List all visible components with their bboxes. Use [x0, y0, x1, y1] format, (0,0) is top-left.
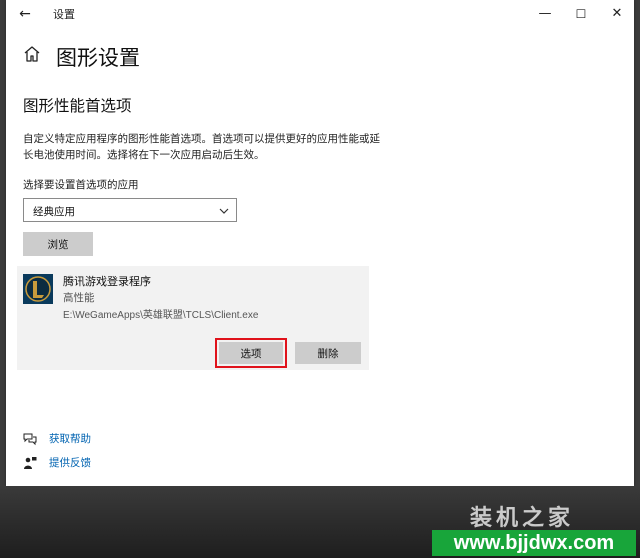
app-type-dropdown[interactable]: 经典应用 — [23, 198, 237, 222]
help-chat-icon — [23, 433, 37, 446]
back-arrow-icon[interactable]: ← — [14, 4, 36, 24]
watermark-brand: 装机之家 — [470, 506, 575, 531]
window-title: 设置 — [53, 8, 75, 21]
app-path: E:\WeGameApps\英雄联盟\TCLS\Client.exe — [63, 310, 259, 321]
home-icon[interactable] — [22, 44, 42, 64]
section-title: 图形性能首选项 — [23, 97, 132, 115]
app-type-selected-value: 经典应用 — [33, 206, 75, 218]
section-description: 自定义特定应用程序的图形性能首选项。首选项可以提供更好的应用性能或延长电池使用时… — [23, 133, 380, 161]
app-name: 腾讯游戏登录程序 — [63, 275, 151, 288]
feedback-person-icon — [24, 457, 37, 469]
title-bar: ← 设置 — ☐ ✕ — [6, 0, 634, 28]
settings-window: ← 设置 — ☐ ✕ 图形设置 图形性能首选项 自定义特定应用程序的图形性能首选… — [6, 0, 634, 486]
maximize-button[interactable]: ☐ — [562, 0, 600, 28]
league-of-legends-icon — [23, 274, 53, 304]
get-help-label: 获取帮助 — [49, 433, 91, 445]
page-title: 图形设置 — [56, 46, 140, 70]
app-preference: 高性能 — [63, 292, 95, 304]
give-feedback-label: 提供反馈 — [49, 457, 91, 469]
app-list-item[interactable]: 腾讯游戏登录程序 高性能 E:\WeGameApps\英雄联盟\TCLS\Cli… — [17, 266, 369, 370]
chevron-down-icon — [219, 208, 229, 214]
watermark-url: www.bjjdwx.com — [432, 530, 636, 556]
browse-button[interactable]: 浏览 — [23, 232, 93, 256]
desktop-right-edge — [634, 0, 640, 486]
minimize-button[interactable]: — — [526, 0, 564, 28]
delete-button[interactable]: 删除 — [295, 342, 361, 364]
options-button[interactable]: 选项 — [215, 338, 287, 368]
close-button[interactable]: ✕ — [598, 0, 634, 28]
choose-app-label: 选择要设置首选项的应用 — [23, 179, 139, 191]
